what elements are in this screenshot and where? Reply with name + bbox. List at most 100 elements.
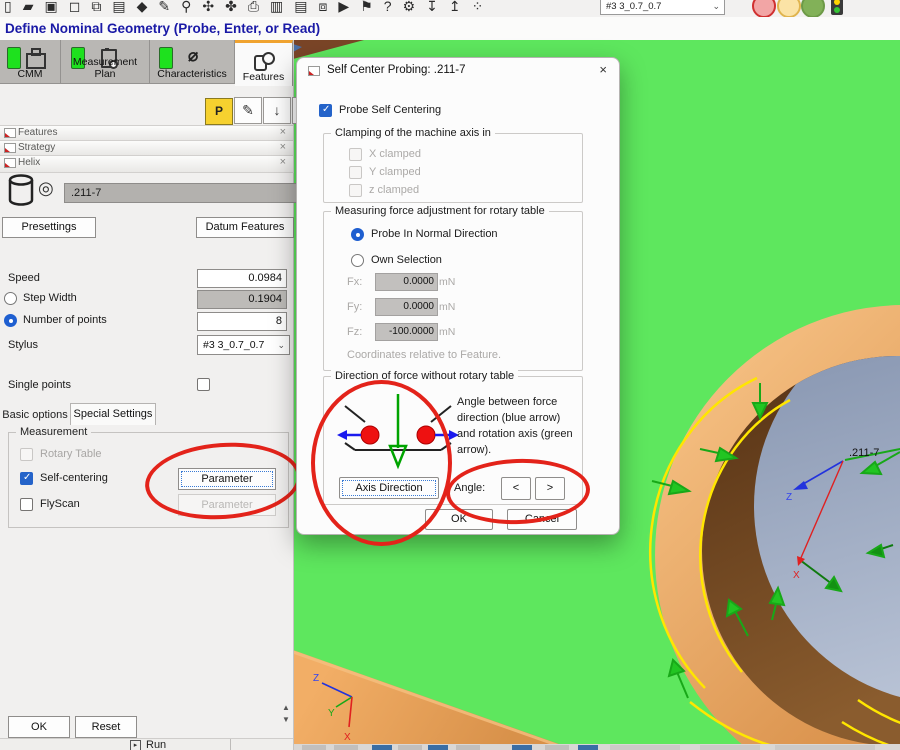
tab-features[interactable]: Features: [235, 40, 293, 86]
close-icon[interactable]: ×: [280, 126, 286, 138]
bookmark-icon[interactable]: ⚑: [360, 0, 373, 15]
probe-down-icon[interactable]: ↧: [426, 0, 438, 15]
parameter-button[interactable]: Parameter: [178, 468, 276, 490]
probe-up-icon[interactable]: ↥: [449, 0, 461, 15]
self-centering-checkbox[interactable]: [20, 472, 33, 485]
probe-self-centering-checkbox[interactable]: [319, 104, 332, 117]
status-red-light[interactable]: [752, 0, 776, 18]
own-selection-radio[interactable]: [351, 254, 364, 267]
stylus-dropdown[interactable]: #3 3_0.7_0.7 ⌄: [600, 0, 725, 15]
angle-increase-button[interactable]: >: [535, 477, 565, 500]
flyscan-checkbox[interactable]: [20, 498, 33, 511]
new-document-icon[interactable]: ▯: [4, 0, 12, 15]
clamping-legend: Clamping of the machine axis in: [331, 127, 495, 139]
axis-direction-button[interactable]: Axis Direction: [339, 477, 439, 499]
fx-field: 0.0000: [375, 273, 438, 291]
dialog-cancel-button[interactable]: Cancel: [507, 509, 577, 530]
tab-measurement-plan[interactable]: Measurement Plan: [61, 40, 150, 84]
print-icon[interactable]: ⎙: [248, 0, 259, 15]
panel-header-helix[interactable]: Helix ×: [0, 155, 294, 173]
single-points-checkbox[interactable]: [197, 378, 210, 391]
z-clamped-label: z clamped: [369, 184, 419, 196]
eraser-icon[interactable]: ◆: [137, 0, 148, 15]
scroll-down-icon[interactable]: ▼: [282, 715, 290, 724]
step-width-radio[interactable]: [4, 292, 17, 305]
panel-header-strategy[interactable]: Strategy ×: [0, 140, 294, 156]
pattern-p-icon[interactable]: P: [205, 98, 233, 125]
number-of-points-field[interactable]: 8: [197, 312, 287, 331]
run-icon[interactable]: ▸: [130, 740, 141, 750]
number-of-points-radio[interactable]: [4, 314, 17, 327]
scroll-up-icon[interactable]: ▲: [282, 703, 290, 712]
x-clamped-checkbox[interactable]: [349, 148, 362, 161]
run-label[interactable]: Run: [146, 739, 166, 750]
edit-pen-icon[interactable]: ✎: [234, 97, 262, 124]
probe-normal-direction-label: Probe In Normal Direction: [371, 228, 498, 240]
ok-button[interactable]: OK: [8, 716, 70, 738]
force-arrow-left: [337, 430, 347, 440]
tab-special-settings[interactable]: Special Settings: [70, 403, 156, 425]
status-indicator: [159, 47, 173, 69]
self-centering-label: Self-centering: [40, 472, 108, 484]
triad-x-label: X: [344, 732, 351, 743]
stylus-select[interactable]: #3 3_0.7_0.7 ⌄: [197, 335, 290, 355]
bottom-toolbar-strip[interactable]: [293, 744, 900, 750]
probe-target-icon: ◎: [38, 178, 54, 199]
probe-angles-icon[interactable]: ⁘: [472, 0, 484, 15]
link-nodes-icon[interactable]: ✣: [202, 0, 214, 15]
status-yellow-light[interactable]: [777, 0, 801, 18]
fx-unit: mN: [439, 276, 455, 288]
presettings-button[interactable]: Presettings: [2, 217, 96, 238]
probe-normal-direction-radio[interactable]: [351, 228, 364, 241]
run-box-icon[interactable]: ▶: [338, 0, 349, 15]
panel-title: Strategy: [18, 142, 55, 153]
select-region-icon[interactable]: ◻: [69, 0, 81, 15]
report-icon[interactable]: ▤: [294, 0, 307, 15]
copy-icon[interactable]: ⧉: [91, 0, 101, 15]
edit-probe-icon[interactable]: ✎: [158, 0, 170, 15]
cylinder-icon: [6, 174, 36, 206]
z-clamped-checkbox[interactable]: [349, 184, 362, 197]
traffic-light-icon[interactable]: [831, 0, 843, 15]
y-clamped-checkbox[interactable]: [349, 166, 362, 179]
datum-features-button[interactable]: Datum Features: [196, 217, 294, 238]
zoom-icon[interactable]: ⚲: [181, 0, 191, 15]
dialog-icon: [308, 66, 320, 76]
fy-label: Fy:: [347, 301, 362, 313]
close-icon[interactable]: ×: [280, 156, 286, 168]
paste-icon[interactable]: ▤: [112, 0, 125, 15]
close-icon[interactable]: ×: [280, 141, 286, 153]
dialog-ok-button[interactable]: OK: [425, 509, 493, 530]
fz-field: -100.0000: [375, 323, 438, 341]
status-green-light[interactable]: [801, 0, 825, 18]
report-2-icon[interactable]: ⧈: [319, 0, 328, 15]
save-icon[interactable]: ▣: [45, 0, 58, 15]
left-panel: CMM Measurement Plan ⌀ Characteristics F…: [0, 40, 294, 750]
rotary-table-checkbox[interactable]: [20, 448, 33, 461]
triad-z-label: Z: [313, 673, 319, 684]
panel-header-features[interactable]: Features ×: [0, 125, 294, 141]
tab-cmm[interactable]: CMM: [0, 40, 61, 84]
feature-name-field[interactable]: .211-7: [64, 183, 300, 203]
clamping-group: [323, 133, 583, 203]
characteristics-icon: ⌀: [188, 46, 198, 66]
tab-characteristics[interactable]: ⌀ Characteristics: [150, 40, 235, 84]
single-points-label: Single points: [8, 379, 71, 391]
move-down-icon[interactable]: ↓: [263, 97, 291, 124]
help-icon[interactable]: ?: [384, 0, 392, 15]
link-nodes-alt-icon[interactable]: ✤: [225, 0, 237, 15]
reset-button[interactable]: Reset: [75, 716, 137, 738]
settings-gear-icon[interactable]: ⚙: [403, 0, 416, 15]
angle-label: Angle:: [454, 482, 485, 494]
tab-basic-options[interactable]: Basic options: [2, 406, 68, 424]
open-file-icon[interactable]: ▰: [23, 0, 34, 15]
page-title: Define Nominal Geometry (Probe, Enter, o…: [0, 17, 900, 40]
speed-field[interactable]: 0.0984: [197, 269, 287, 288]
own-selection-label: Own Selection: [371, 254, 442, 266]
feature-label: .211-7: [849, 447, 879, 459]
angle-decrease-button[interactable]: <: [501, 477, 531, 500]
delete-icon[interactable]: ▥: [270, 0, 283, 15]
force-legend: Measuring force adjustment for rotary ta…: [331, 205, 549, 217]
close-icon[interactable]: ×: [599, 62, 607, 77]
angle-hint-text: Angle between force direction (blue arro…: [457, 395, 579, 459]
